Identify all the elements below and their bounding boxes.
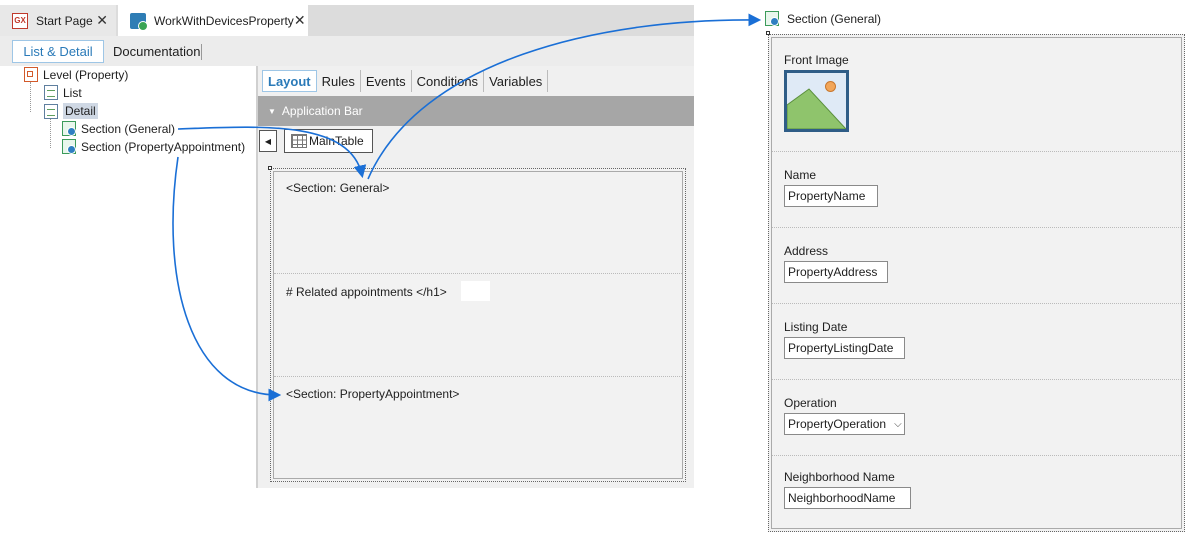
arrow-appointment-to-cell <box>172 156 282 402</box>
arrow-general-to-cell <box>177 126 367 179</box>
annotation-arrows <box>172 13 762 402</box>
arrow-cell-to-panel <box>367 13 762 180</box>
